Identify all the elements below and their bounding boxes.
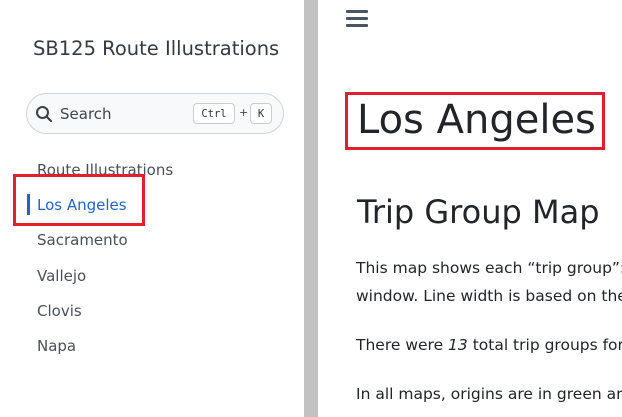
hamburger-menu-icon[interactable] [346, 9, 368, 29]
sidebar-item-sacramento[interactable]: Sacramento [26, 223, 296, 258]
section-heading: Trip Group Map [357, 193, 600, 231]
site-title[interactable]: SB125 Route Illustrations [33, 37, 279, 60]
shortcut-ctrl-key: Ctrl [193, 103, 235, 124]
paragraph-trip-count: There were 13 total trip groups for [356, 333, 622, 357]
search-icon [36, 106, 53, 123]
paragraph-line: window. Line width is based on the [356, 287, 622, 305]
sidebar-scrollbar-thumb[interactable] [304, 0, 318, 417]
sidebar-item-napa[interactable]: Napa [26, 328, 296, 363]
paragraph-line: In all maps, origins are in green ar [356, 385, 622, 403]
paragraph-text: There were [356, 336, 449, 354]
shortcut-k-key: K [250, 103, 272, 124]
shortcut-plus: + [239, 106, 249, 119]
sidebar-item-vallejo[interactable]: Vallejo [26, 258, 296, 293]
paragraph-line: This map shows each “trip group”: [356, 259, 622, 277]
highlight-box-title [345, 92, 605, 150]
paragraph-text: total trip groups for [467, 336, 622, 354]
main-content: Los Angeles Trip Group Map This map show… [318, 0, 622, 417]
sidebar-item-clovis[interactable]: Clovis [26, 293, 296, 328]
search-button[interactable]: Search Ctrl + K [26, 93, 284, 134]
search-placeholder: Search [60, 105, 112, 123]
highlight-box-sidebar [13, 174, 145, 226]
trip-group-count: 13 [448, 336, 468, 354]
